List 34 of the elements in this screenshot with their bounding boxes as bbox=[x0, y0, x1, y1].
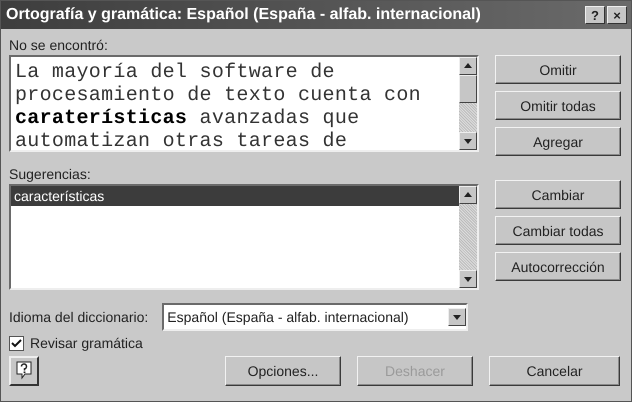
dialog-button[interactable]: Cambiar bbox=[495, 180, 621, 209]
scroll-up-icon[interactable] bbox=[459, 186, 477, 204]
dialog-button[interactable]: Cancelar bbox=[489, 356, 620, 386]
field-label: No se encontró: bbox=[9, 36, 109, 55]
not-found-text-box[interactable]: La mayoría del software de procesamiento de texto cuenta con caraterísticas avanzadas que automatizan otras tareas de bbox=[9, 55, 479, 152]
close-button[interactable]: × bbox=[607, 6, 627, 24]
checkbox-label: Revisar gramática bbox=[30, 335, 143, 351]
field-label: Idioma del diccionario: bbox=[9, 309, 148, 325]
scroll-down-icon[interactable] bbox=[459, 270, 477, 288]
text-line: La mayoría del software de bbox=[15, 61, 336, 84]
suggestion-item[interactable]: características bbox=[11, 186, 459, 206]
suggestions-list[interactable]: características bbox=[9, 184, 479, 290]
dropdown-value: Español (España - alfab. internacional) bbox=[166, 309, 410, 325]
scrollbar[interactable] bbox=[459, 186, 477, 288]
scroll-down-icon[interactable] bbox=[459, 132, 477, 150]
dialog-button[interactable]: Omitir todas bbox=[495, 91, 621, 120]
text-line: procesamiento de texto cuenta con bbox=[15, 84, 422, 107]
scrollbar[interactable] bbox=[459, 57, 477, 150]
help-icon bbox=[15, 360, 33, 380]
checkbox[interactable] bbox=[9, 336, 24, 350]
text-line: automatizan otras tareas de bbox=[15, 130, 348, 153]
dialog-button[interactable]: Omitir bbox=[495, 55, 621, 84]
help-button[interactable] bbox=[9, 356, 39, 386]
dialog-button[interactable]: Agregar bbox=[495, 127, 621, 156]
dialog-button[interactable]: Cambiar todas bbox=[495, 216, 621, 245]
dialog-button[interactable]: Opciones... bbox=[225, 356, 341, 386]
scrollbar-thumb[interactable] bbox=[459, 75, 477, 103]
help-button[interactable]: ? bbox=[585, 6, 605, 24]
scroll-up-icon[interactable] bbox=[459, 57, 477, 75]
dictionary-dropdown[interactable]: Español (España - alfab. internacional) bbox=[162, 303, 468, 331]
field-label: Sugerencias: bbox=[9, 165, 92, 184]
dialog-button[interactable]: Autocorrección bbox=[495, 252, 621, 281]
text-line: caraterísticas avanzadas que bbox=[15, 107, 360, 130]
window-title: Ortografía y gramática: Español (España - alfab. internacional) bbox=[6, 6, 482, 24]
